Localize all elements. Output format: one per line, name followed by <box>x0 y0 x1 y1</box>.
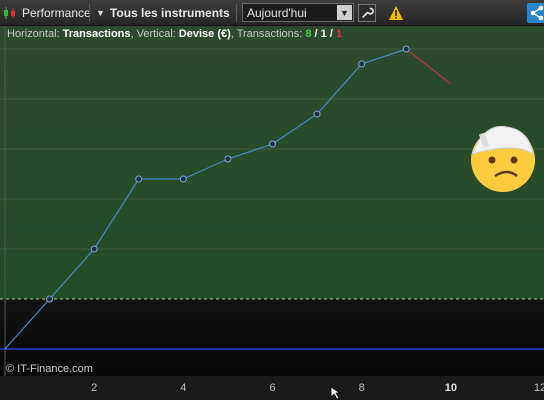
x-tick-label: 10 <box>444 382 457 394</box>
transactions-label: , Transactions: <box>230 28 306 40</box>
performance-label[interactable]: Performance <box>22 0 91 26</box>
chevron-down-icon[interactable]: ▼ <box>337 5 352 20</box>
instruments-label: Tous les instruments <box>109 6 230 20</box>
period-select[interactable]: Aujourd'hui ▼ <box>242 3 354 22</box>
data-point[interactable] <box>269 140 276 148</box>
wrench-icon[interactable] <box>358 4 376 22</box>
x-tick-label: 8 <box>358 382 365 394</box>
candlestick-icon[interactable] <box>3 6 17 20</box>
toolbar-separator <box>236 4 237 22</box>
period-value: Aujourd'hui <box>247 5 307 20</box>
data-point[interactable] <box>179 175 187 183</box>
x-tick-label: 2 <box>91 382 98 394</box>
face-with-head-bandage-icon <box>471 125 535 192</box>
separator-1: / <box>311 28 321 40</box>
performance-chart <box>0 26 544 376</box>
x-tick-label: 4 <box>180 382 187 394</box>
data-point[interactable] <box>402 45 410 53</box>
instruments-dropdown[interactable]: ▼ Tous les instruments <box>96 0 230 26</box>
separator-2: / <box>326 28 336 40</box>
caret-down-icon: ▼ <box>96 8 105 18</box>
toolbar: Performance ▼ Tous les instruments Aujou… <box>0 0 544 26</box>
x-tick-label: 6 <box>269 382 276 394</box>
data-point[interactable] <box>135 175 143 183</box>
share-icon[interactable] <box>527 3 544 23</box>
gain-zone <box>0 26 544 299</box>
data-point[interactable] <box>46 295 54 303</box>
toolbar-separator <box>89 4 90 22</box>
data-point[interactable] <box>90 245 98 253</box>
warning-icon[interactable] <box>388 5 404 21</box>
vertical-label: , Vertical: <box>130 28 179 40</box>
horizontal-label: Horizontal: <box>7 28 63 40</box>
copyright-text: © IT-Finance.com <box>6 363 93 375</box>
data-point[interactable] <box>358 60 366 68</box>
losing-count: 1 <box>335 28 343 40</box>
data-point[interactable] <box>224 155 232 163</box>
data-point[interactable] <box>313 110 321 118</box>
horizontal-value: Transactions <box>62 28 131 40</box>
mouse-cursor-icon <box>330 386 342 400</box>
vertical-value: Devise (€) <box>178 28 231 40</box>
chart-subtitle: Horizontal: Transactions, Vertical: Devi… <box>7 28 342 40</box>
x-tick-label: 12 <box>533 382 544 394</box>
